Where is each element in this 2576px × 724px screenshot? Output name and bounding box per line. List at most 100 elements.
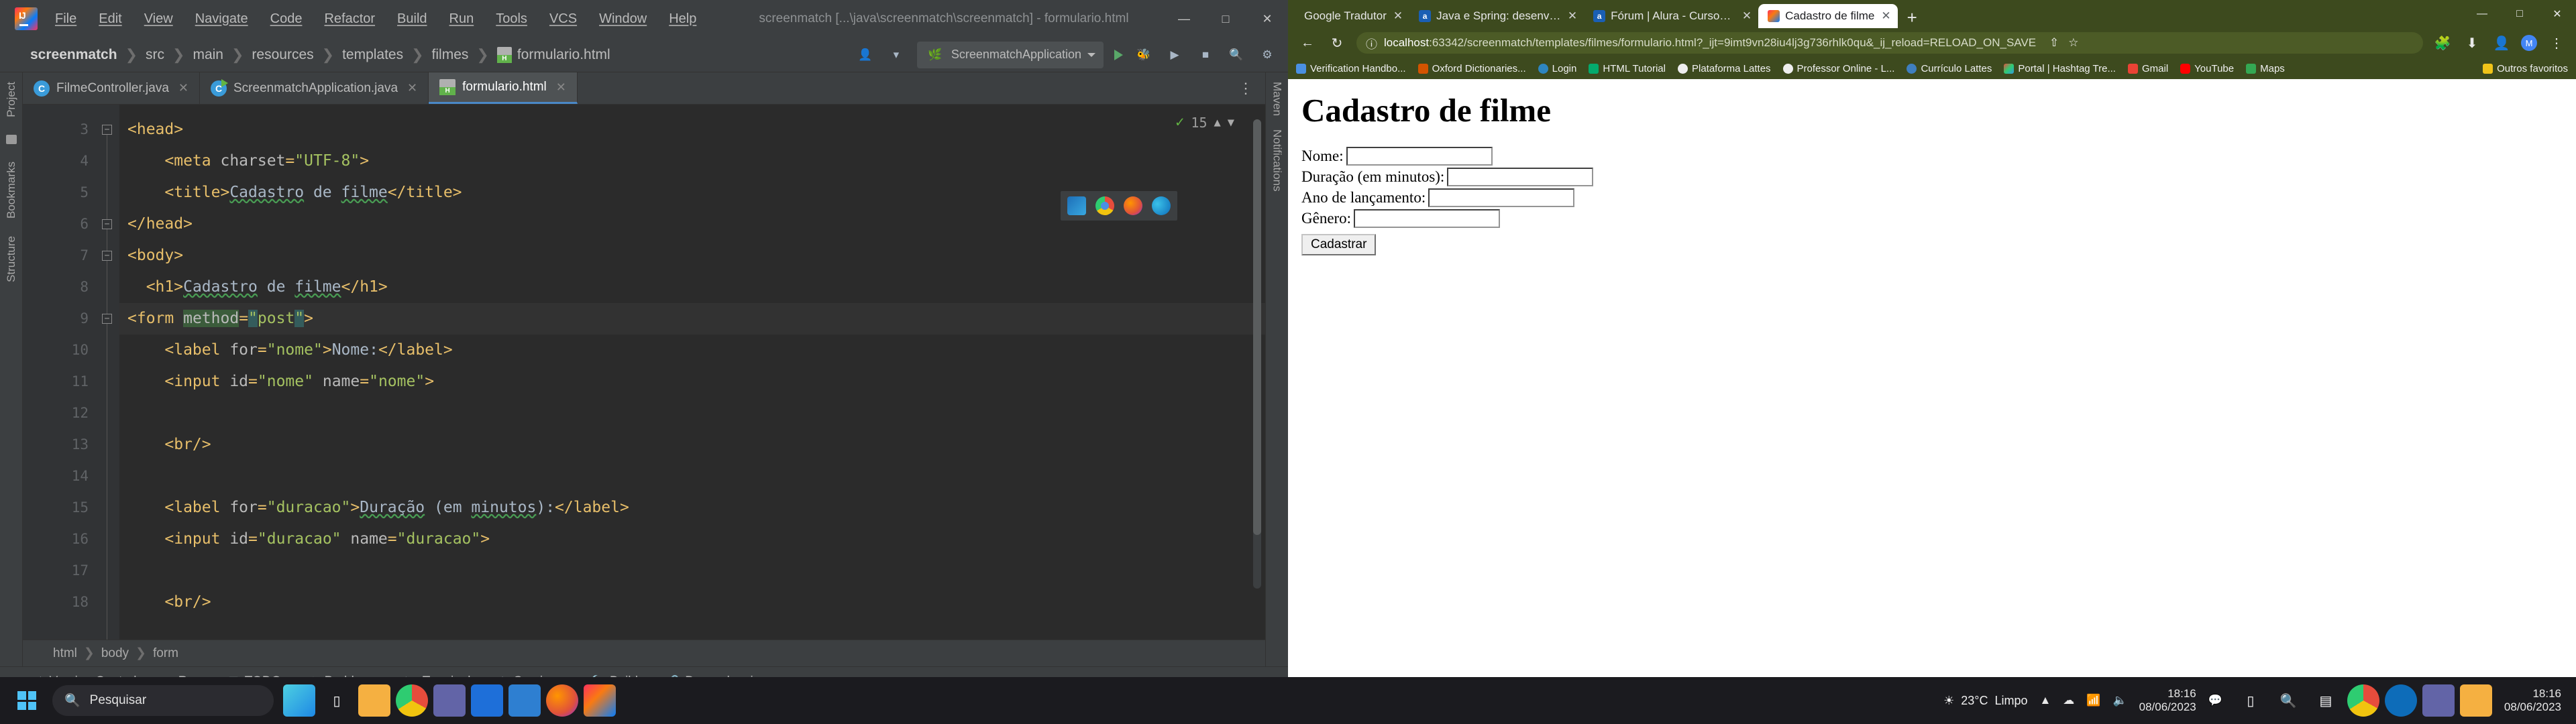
browser-tab-forum-alura[interactable]: a Fórum | Alura - Cursos online de ✕ bbox=[1584, 4, 1758, 28]
menu-code[interactable]: Code bbox=[270, 11, 303, 27]
breadcrumb-src[interactable]: src bbox=[146, 47, 164, 63]
file-explorer-icon[interactable] bbox=[358, 684, 390, 717]
run-button[interactable] bbox=[1114, 49, 1123, 60]
task-view-icon[interactable]: ▯ bbox=[2235, 684, 2267, 717]
code-line[interactable]: <br/> bbox=[119, 429, 1265, 461]
code-line[interactable]: <body> bbox=[119, 240, 1265, 272]
coverage-icon[interactable]: ▶ bbox=[1165, 45, 1185, 65]
tool-window-maven[interactable]: Maven bbox=[1271, 82, 1284, 116]
task-view-icon[interactable]: ▯ bbox=[321, 684, 353, 717]
vscode-icon[interactable] bbox=[508, 684, 541, 717]
breadcrumb-filmes[interactable]: filmes bbox=[432, 47, 469, 63]
menu-run[interactable]: Run bbox=[449, 11, 474, 27]
code-line[interactable]: <meta charset="UTF-8"> bbox=[119, 145, 1265, 177]
fold-toggle-icon[interactable]: − bbox=[102, 314, 112, 324]
share-icon[interactable]: ⇧ bbox=[2049, 36, 2059, 50]
code-line[interactable]: <input id="nome" name="nome"> bbox=[119, 366, 1265, 398]
menu-tools[interactable]: Tools bbox=[496, 11, 527, 27]
submit-button[interactable]: Cadastrar bbox=[1301, 234, 1377, 255]
chrome-icon[interactable] bbox=[2347, 684, 2379, 717]
bookmark-plataforma-lattes[interactable]: Plataforma Lattes bbox=[1677, 63, 1771, 74]
stop-icon[interactable]: ■ bbox=[1195, 45, 1216, 65]
input-duracao[interactable] bbox=[1447, 168, 1594, 186]
bookmark-html-tutorial[interactable]: HTML Tutorial bbox=[1589, 63, 1666, 74]
intellij-icon[interactable] bbox=[584, 684, 616, 717]
code-line[interactable]: <form method="post"> bbox=[119, 303, 1265, 335]
menu-window[interactable]: Window bbox=[599, 11, 647, 27]
menu-edit[interactable]: Edit bbox=[99, 11, 121, 27]
input-ano-lancamento[interactable] bbox=[1428, 188, 1575, 207]
onedrive-icon[interactable]: ☁ bbox=[2063, 694, 2074, 707]
close-icon[interactable]: ✕ bbox=[407, 81, 417, 95]
volume-icon[interactable]: 🔈 bbox=[2112, 694, 2127, 707]
taskbar-clock[interactable]: 18:16 08/06/2023 bbox=[2139, 687, 2196, 715]
editor-tab-formulario[interactable]: formulario.html ✕ bbox=[429, 72, 578, 104]
browser-close-button[interactable]: ✕ bbox=[2538, 0, 2576, 28]
menu-file[interactable]: File bbox=[55, 11, 76, 27]
chevron-up-icon[interactable]: ▲ bbox=[2039, 694, 2051, 707]
bookmark-professor-online[interactable]: Professor Online - L... bbox=[1782, 63, 1894, 74]
editor-scrollbar-thumb[interactable] bbox=[1253, 119, 1261, 535]
ide-minimize-button[interactable]: — bbox=[1163, 0, 1205, 38]
next-problem-icon[interactable]: ▼ bbox=[1228, 116, 1234, 129]
structure-crumb-html[interactable]: html bbox=[53, 646, 77, 661]
firefox-icon[interactable] bbox=[1124, 196, 1142, 215]
menu-icon[interactable]: ⋮ bbox=[2546, 33, 2567, 53]
run-configuration-selector[interactable]: 🌿 ScreenmatchApplication bbox=[916, 41, 1104, 68]
debug-icon[interactable]: 🐝 bbox=[1134, 45, 1154, 65]
weather-indicator[interactable]: ☀ 23°C Limpo bbox=[1943, 694, 2027, 708]
extensions-icon[interactable]: 🧩 bbox=[2432, 33, 2453, 53]
inspection-widget[interactable]: ✓ 15 ▲ ▼ bbox=[1175, 114, 1234, 131]
back-icon[interactable]: ← bbox=[1297, 33, 1318, 53]
input-genero[interactable] bbox=[1354, 209, 1501, 228]
code-line[interactable] bbox=[119, 461, 1265, 492]
edge-icon[interactable] bbox=[2384, 684, 2417, 717]
structure-crumb-form[interactable]: form bbox=[153, 646, 178, 661]
breadcrumb-formulario[interactable]: formulario.html bbox=[517, 47, 610, 63]
browser-minimize-button[interactable]: — bbox=[2463, 0, 2501, 28]
fold-toggle-icon[interactable]: − bbox=[102, 125, 112, 135]
tool-window-project[interactable]: Project bbox=[5, 82, 18, 117]
chrome-icon[interactable] bbox=[396, 684, 428, 717]
code-line[interactable]: <h1>Cadastro de filme</h1> bbox=[119, 272, 1265, 303]
menu-build[interactable]: Build bbox=[397, 11, 427, 27]
menu-view[interactable]: View bbox=[144, 11, 173, 27]
settings-icon[interactable]: ⚙ bbox=[1257, 45, 1277, 65]
breadcrumb-main[interactable]: main bbox=[193, 47, 223, 63]
code-line[interactable]: <input id="duracao" name="duracao"> bbox=[119, 524, 1265, 555]
search-icon[interactable]: 🔍 bbox=[2272, 684, 2304, 717]
chrome-icon[interactable] bbox=[1095, 196, 1114, 215]
menu-refactor[interactable]: Refactor bbox=[324, 11, 375, 27]
profile-avatar[interactable]: M bbox=[2521, 35, 2537, 51]
close-icon[interactable]: ✕ bbox=[1742, 9, 1752, 23]
fold-toggle-icon[interactable]: − bbox=[102, 251, 112, 261]
teams-icon[interactable] bbox=[2422, 684, 2455, 717]
bookmark-gmail[interactable]: Gmail bbox=[2127, 63, 2168, 74]
edge-icon[interactable] bbox=[1152, 196, 1171, 215]
editor-tab-filmecontroller[interactable]: FilmeController.java ✕ bbox=[23, 72, 200, 104]
network-icon[interactable]: 📶 bbox=[2086, 694, 2100, 707]
tool-window-notifications[interactable]: Notifications bbox=[1271, 129, 1284, 192]
code-editor[interactable]: 3 4 5 6 7 8 9 10 11 12 13 14 15 16 17 18 − − − − <head> <m… bbox=[23, 105, 1265, 640]
breadcrumb-templates[interactable]: templates bbox=[342, 47, 403, 63]
code-line[interactable]: <label for="duracao">Duração (em minutos… bbox=[119, 492, 1265, 524]
previous-problem-icon[interactable]: ▲ bbox=[1214, 116, 1221, 129]
fold-toggle-icon[interactable]: − bbox=[102, 219, 112, 229]
code-line[interactable] bbox=[119, 555, 1265, 587]
other-bookmarks-folder[interactable]: Outros favoritos bbox=[2483, 63, 2568, 74]
notification-icon[interactable]: 💬 bbox=[2208, 694, 2222, 707]
address-bar[interactable]: ⓘ localhost:63342/screenmatch/templates/… bbox=[1356, 32, 2423, 54]
widgets-icon[interactable]: ▤ bbox=[2310, 684, 2342, 717]
menu-vcs[interactable]: VCS bbox=[549, 11, 577, 27]
teams-icon[interactable] bbox=[433, 684, 466, 717]
editor-code-area[interactable]: <head> <meta charset="UTF-8"> <title>Cad… bbox=[119, 105, 1265, 640]
tool-window-bookmarks[interactable]: Bookmarks bbox=[5, 162, 18, 219]
code-line[interactable] bbox=[119, 398, 1265, 429]
code-line[interactable]: <label for="nome">Nome:</label> bbox=[119, 335, 1265, 366]
structure-crumb-body[interactable]: body bbox=[101, 646, 129, 661]
downloads-icon[interactable]: ⬇ bbox=[2462, 33, 2482, 53]
explorer-icon[interactable] bbox=[2459, 684, 2492, 717]
bookmark-oxford-dictionaries[interactable]: Oxford Dictionaries... bbox=[1417, 63, 1526, 74]
open-in-browser-popup[interactable] bbox=[1060, 190, 1178, 221]
close-icon[interactable]: ✕ bbox=[1393, 9, 1403, 23]
